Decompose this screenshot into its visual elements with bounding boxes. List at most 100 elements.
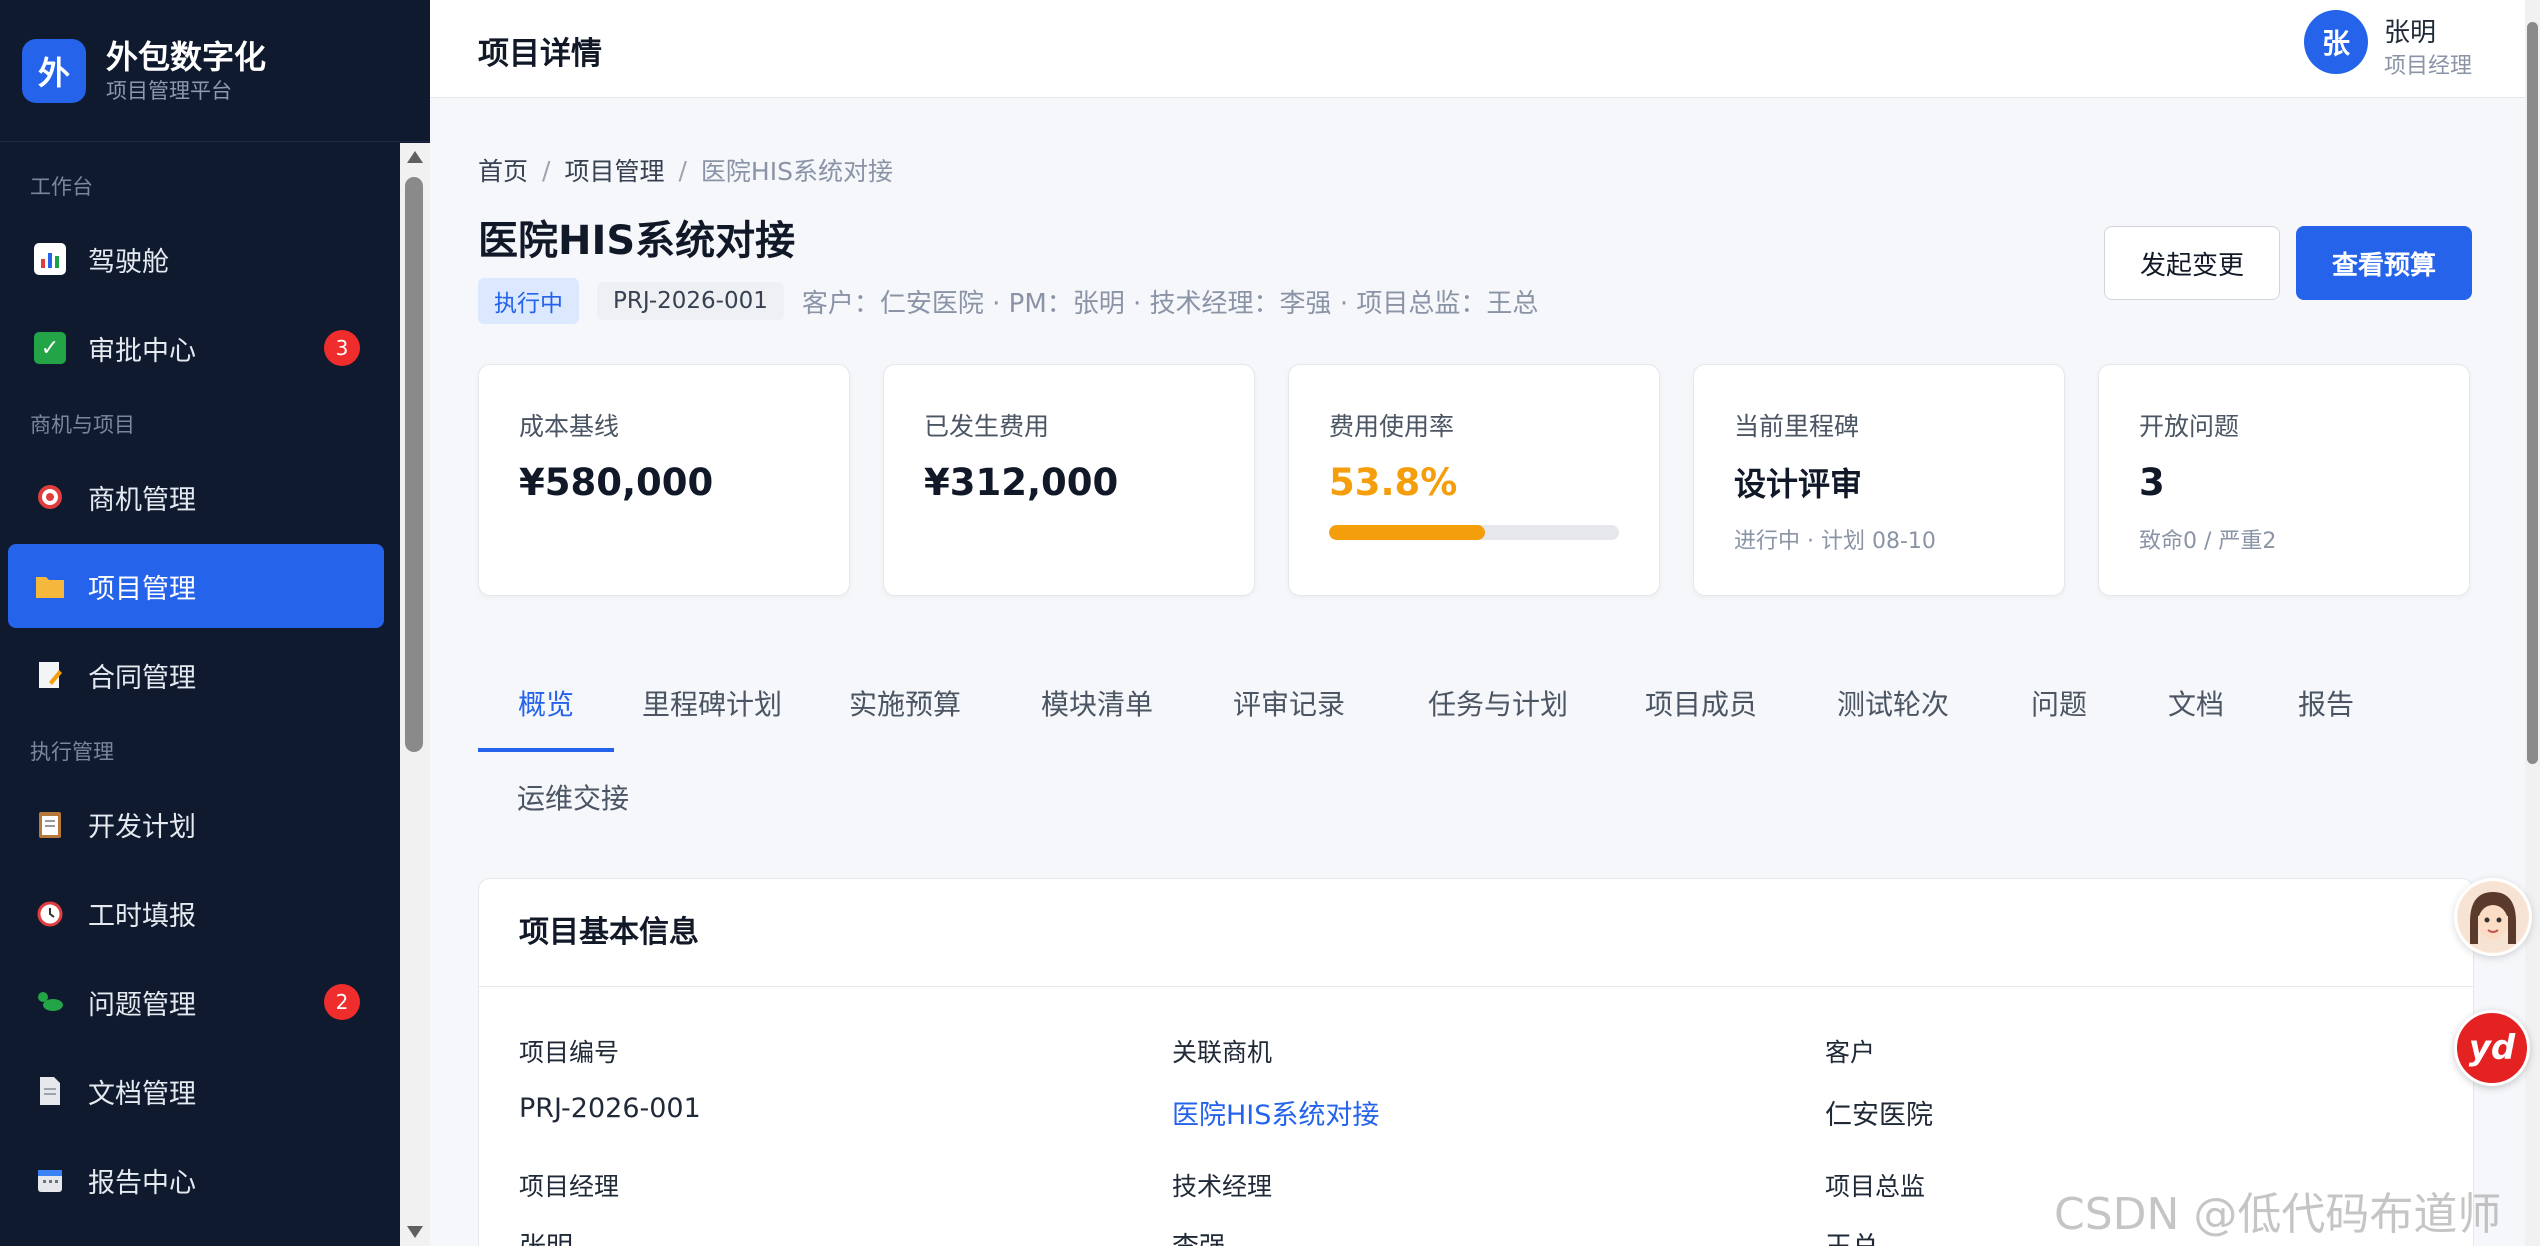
tab-ops-handover[interactable]: 运维交接	[478, 752, 668, 846]
opportunity-link[interactable]: 医院HIS系统对接	[1172, 1093, 1379, 1132]
tab-documents[interactable]: 文档	[2142, 658, 2250, 752]
sidebar-item-label: 问题管理	[88, 989, 196, 1021]
field-label-opportunity: 关联商机	[1172, 1038, 1273, 1067]
tab-modules[interactable]: 模块清单	[1022, 658, 1172, 752]
project-code-tag: PRJ-2026-001	[597, 282, 784, 320]
breadcrumb: 首页 / 项目管理 / 医院HIS系统对接	[478, 152, 893, 188]
tab-milestones[interactable]: 里程碑计划	[624, 658, 800, 752]
user-role: 项目经理	[2384, 54, 2473, 79]
tab-reviews[interactable]: 评审记录	[1214, 658, 1364, 752]
stat-value: 53.8%	[1329, 461, 1458, 504]
stat-label: 费用使用率	[1329, 412, 1455, 441]
brand-logo: 外	[22, 38, 86, 103]
assistant-avatar-icon[interactable]	[2454, 878, 2532, 956]
brand-title: 外包数字化	[106, 37, 267, 76]
info-card-title: 项目基本信息	[479, 879, 2473, 987]
stat-card-usage-rate: 费用使用率 53.8%	[1288, 364, 1660, 596]
stat-card-incurred-cost: 已发生费用 ¥312,000	[883, 364, 1255, 596]
bug-icon	[34, 986, 66, 1018]
tab-budget[interactable]: 实施预算	[830, 658, 980, 752]
sidebar-item-cockpit[interactable]: 驾驶舱	[8, 217, 384, 301]
stat-value: 3	[2139, 461, 2165, 504]
main-content: 首页 / 项目管理 / 医院HIS系统对接 医院HIS系统对接 执行中 PRJ-…	[478, 98, 2478, 1246]
target-icon	[34, 481, 66, 513]
stat-sub: 致命0 / 严重2	[2139, 529, 2277, 554]
sidebar-scrollbar[interactable]	[400, 143, 430, 1246]
scroll-down-arrow-icon[interactable]	[407, 1226, 423, 1238]
sidebar-item-label: 报告中心	[88, 1167, 196, 1199]
breadcrumb-projects[interactable]: 项目管理	[564, 152, 664, 188]
stat-value: ¥580,000	[519, 461, 714, 504]
sidebar-item-label: 审批中心	[88, 335, 196, 367]
brand[interactable]: 外 外包数字化 项目管理平台	[0, 0, 430, 142]
sidebar-nav: 工作台 驾驶舱 ✓ 审批中心 3 商机与项目 商机管理 项目管理 合同管理 执行…	[0, 143, 400, 1246]
stat-card-milestone: 当前里程碑 设计评审 进行中 · 计划 08-10	[1693, 364, 2065, 596]
breadcrumb-separator: /	[542, 155, 551, 185]
brand-subtitle: 项目管理平台	[106, 78, 232, 103]
sidebar-item-label: 开发计划	[88, 811, 196, 843]
brand-text: 外包数字化 项目管理平台	[106, 37, 266, 105]
sidebar-item-documents[interactable]: 文档管理	[8, 1049, 384, 1133]
project-title: 医院HIS系统对接	[478, 218, 796, 264]
contract-icon	[34, 659, 66, 691]
sidebar: 外 外包数字化 项目管理平台 工作台 驾驶舱 ✓ 审批中心 3 商机与项目 商机…	[0, 0, 430, 1246]
yd-widget-button[interactable]: yd	[2454, 1010, 2530, 1086]
tab-reports[interactable]: 报告	[2272, 658, 2380, 752]
sidebar-item-reports[interactable]: 报告中心	[8, 1138, 384, 1222]
initiate-change-button[interactable]: 发起变更	[2104, 226, 2280, 300]
stat-label: 开放问题	[2139, 412, 2240, 441]
usage-progress-bar	[1329, 525, 1619, 540]
field-label-customer: 客户	[1825, 1038, 1876, 1067]
tab-tasks[interactable]: 任务与计划	[1406, 658, 1590, 752]
tab-overview[interactable]: 概览	[478, 658, 614, 752]
chart-icon	[34, 243, 66, 275]
sidebar-item-label: 合同管理	[88, 662, 196, 694]
project-meta: 执行中 PRJ-2026-001 客户：仁安医院 · PM：张明 · 技术经理：…	[478, 278, 1538, 324]
breadcrumb-current: 医院HIS系统对接	[700, 157, 893, 186]
sidebar-scrollbar-thumb[interactable]	[405, 177, 423, 752]
stat-label: 当前里程碑	[1734, 412, 1860, 441]
avatar[interactable]: 张	[2304, 10, 2368, 74]
check-icon: ✓	[34, 332, 66, 364]
breadcrumb-home[interactable]: 首页	[478, 152, 528, 188]
sidebar-item-label: 文档管理	[88, 1078, 196, 1110]
sidebar-item-opportunity[interactable]: 商机管理	[8, 455, 384, 539]
status-badge: 执行中	[478, 278, 579, 324]
field-value-director: 王总	[1825, 1225, 1879, 1246]
field-label-tech-manager: 技术经理	[1172, 1172, 1273, 1201]
clock-icon	[34, 897, 66, 929]
tab-issues[interactable]: 问题	[2004, 658, 2114, 752]
sidebar-item-label: 商机管理	[88, 484, 196, 516]
sidebar-item-contracts[interactable]: 合同管理	[8, 633, 384, 717]
sidebar-item-issues[interactable]: 问题管理 2	[8, 960, 384, 1044]
tab-members[interactable]: 项目成员	[1626, 658, 1776, 752]
nav-section-workbench: 工作台	[30, 175, 93, 199]
field-label-director: 项目总监	[1825, 1172, 1926, 1201]
stat-value: ¥312,000	[924, 461, 1119, 504]
sidebar-item-timesheet[interactable]: 工时填报	[8, 871, 384, 955]
field-value-project-code: PRJ-2026-001	[519, 1093, 701, 1124]
stat-sub: 进行中 · 计划 08-10	[1734, 529, 1936, 554]
clipboard-icon	[34, 808, 66, 840]
sidebar-item-label: 驾驶舱	[88, 246, 169, 278]
stat-card-cost-baseline: 成本基线 ¥580,000	[478, 364, 850, 596]
page-title: 项目详情	[478, 36, 602, 72]
scroll-up-arrow-icon[interactable]	[407, 151, 423, 163]
watermark: CSDN @低代码布道师	[2054, 1189, 2502, 1240]
nav-section-execution: 执行管理	[30, 740, 114, 764]
breadcrumb-separator: /	[678, 155, 687, 185]
sidebar-item-label: 工时填报	[88, 900, 196, 932]
user-name[interactable]: 张明	[2384, 12, 2436, 49]
field-label-project-code: 项目编号	[519, 1038, 620, 1067]
sidebar-item-approval[interactable]: ✓ 审批中心 3	[8, 306, 384, 390]
stat-label: 已发生费用	[924, 412, 1050, 441]
sidebar-item-dev-plan[interactable]: 开发计划	[8, 782, 384, 866]
view-budget-button[interactable]: 查看预算	[2296, 226, 2472, 300]
tab-test-rounds[interactable]: 测试轮次	[1818, 658, 1968, 752]
field-value-customer: 仁安医院	[1825, 1100, 1933, 1131]
sidebar-item-label: 项目管理	[88, 573, 196, 605]
page-scrollbar-thumb[interactable]	[2527, 22, 2538, 764]
sidebar-item-projects[interactable]: 项目管理	[8, 544, 384, 628]
top-bar: 项目详情 张 张明 项目经理	[430, 0, 2525, 98]
approval-count-badge: 3	[324, 330, 360, 366]
